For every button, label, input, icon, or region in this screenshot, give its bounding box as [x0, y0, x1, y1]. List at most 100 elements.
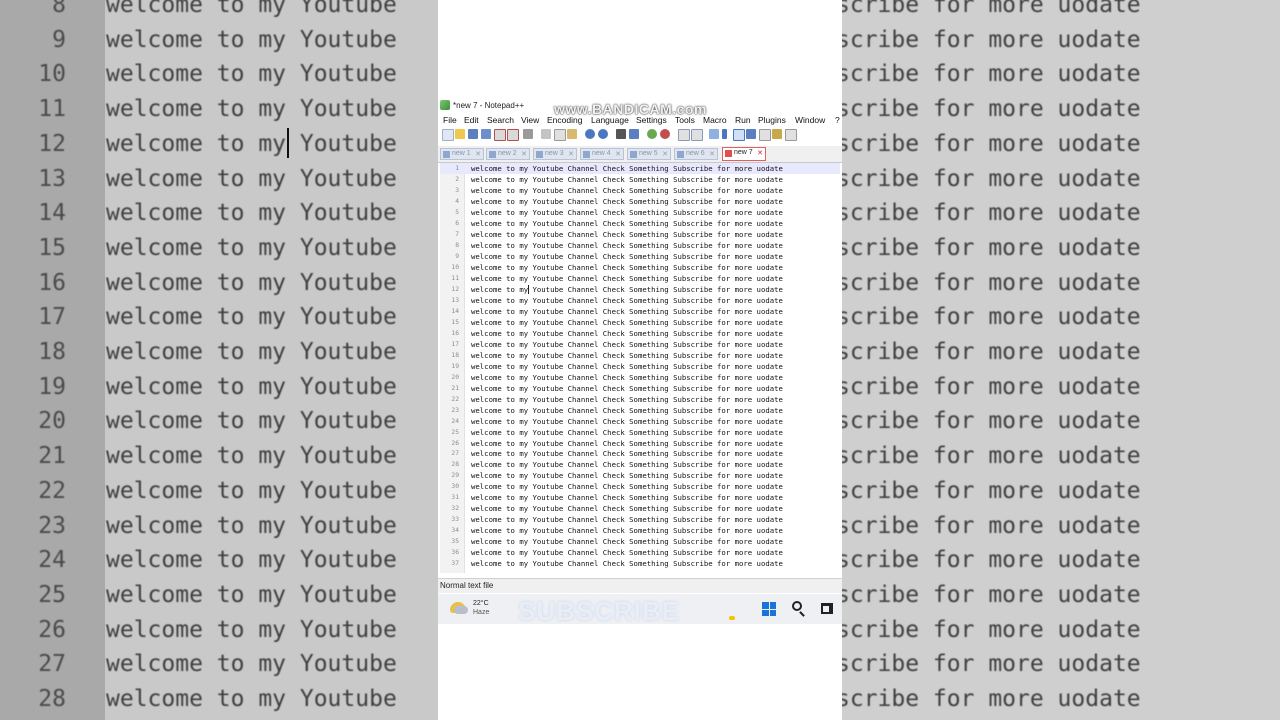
editor-line[interactable]: 13 welcome to my Youtube Channel Check So… — [440, 295, 840, 306]
tab-new-2[interactable]: new 2 ✕ — [486, 148, 530, 160]
editor-line[interactable]: 14 welcome to my Youtube Channel Check So… — [440, 306, 840, 317]
editor-line[interactable]: 8 welcome to my Youtube Channel Check Som… — [440, 240, 840, 251]
show-all-characters-icon[interactable] — [722, 129, 727, 139]
cut-icon[interactable] — [541, 129, 551, 139]
folder-workspace-icon[interactable] — [772, 129, 782, 139]
sync-horizontal-icon[interactable] — [691, 129, 703, 141]
tab-new-4[interactable]: new 4 ✕ — [580, 148, 624, 160]
tab-close-icon[interactable]: ✕ — [709, 150, 715, 158]
editor-line[interactable]: 25 welcome to my Youtube Channel Check So… — [440, 427, 840, 438]
tab-close-icon[interactable]: ✕ — [615, 150, 621, 158]
editor-line[interactable]: 18 welcome to my Youtube Channel Check So… — [440, 350, 840, 361]
tab-close-icon[interactable]: ✕ — [521, 150, 527, 158]
editor-line[interactable]: 4 welcome to my Youtube Channel Check Som… — [440, 196, 840, 207]
replace-icon[interactable] — [629, 129, 639, 139]
copy-icon[interactable] — [554, 129, 566, 141]
background-line: 18 welcome to my Youtube — [0, 339, 438, 373]
editor-line[interactable]: 36 welcome to my Youtube Channel Check So… — [440, 547, 840, 558]
editor-line[interactable]: 17 welcome to my Youtube Channel Check So… — [440, 339, 840, 350]
editor-line[interactable]: 11 welcome to my Youtube Channel Check So… — [440, 273, 840, 284]
zoom-in-icon[interactable] — [647, 129, 657, 139]
editor-line[interactable]: 1 welcome to my Youtube Channel Check Som… — [440, 163, 840, 174]
menu-tools[interactable]: Tools — [675, 115, 695, 125]
menu-macro[interactable]: Macro — [703, 115, 727, 125]
editor-line[interactable]: 28 welcome to my Youtube Channel Check So… — [440, 459, 840, 470]
menu-file[interactable]: File — [443, 115, 457, 125]
menu-search[interactable]: Search — [487, 115, 514, 125]
document-map-icon[interactable] — [759, 129, 771, 141]
new-file-icon[interactable] — [442, 129, 454, 141]
tab-new-5[interactable]: new 5 ✕ — [627, 148, 671, 160]
editor-line[interactable]: 12 welcome to my Youtube Channel Check So… — [440, 284, 840, 295]
paste-icon[interactable] — [567, 129, 577, 139]
save-all-icon[interactable] — [481, 129, 491, 139]
weather-cloud-icon — [454, 606, 468, 614]
editor-line[interactable]: 6 welcome to my Youtube Channel Check Som… — [440, 218, 840, 229]
tab-close-icon[interactable]: ✕ — [757, 149, 763, 157]
editor-line[interactable]: 33 welcome to my Youtube Channel Check So… — [440, 514, 840, 525]
menu-settings[interactable]: Settings — [636, 115, 667, 125]
windows-start-icon[interactable] — [762, 602, 776, 616]
menu-encoding[interactable]: Encoding — [547, 115, 582, 125]
undo-icon[interactable] — [585, 129, 595, 139]
menu-view[interactable]: View — [521, 115, 539, 125]
weather-temperature[interactable]: 22°C — [473, 600, 489, 607]
tab-new-1[interactable]: new 1 ✕ — [440, 148, 484, 160]
menu-language[interactable]: Language — [591, 115, 629, 125]
redo-icon[interactable] — [598, 129, 608, 139]
word-wrap-icon[interactable] — [709, 129, 719, 139]
editor-line[interactable]: 9 welcome to my Youtube Channel Check Som… — [440, 251, 840, 262]
tab-close-icon[interactable]: ✕ — [662, 150, 668, 158]
editor-line[interactable]: 30 welcome to my Youtube Channel Check So… — [440, 481, 840, 492]
editor-line[interactable]: 32 welcome to my Youtube Channel Check So… — [440, 503, 840, 514]
tab-new-7[interactable]: new 7 ✕ — [722, 147, 766, 161]
close-all-icon[interactable] — [507, 129, 519, 141]
editor-line[interactable]: 16 welcome to my Youtube Channel Check So… — [440, 328, 840, 339]
editor-line[interactable]: 37 welcome to my Youtube Channel Check So… — [440, 558, 840, 569]
print-icon[interactable] — [523, 129, 533, 139]
save-icon[interactable] — [468, 129, 478, 139]
tab-close-icon[interactable]: ✕ — [475, 150, 481, 158]
background-line: 27 welcome to my Youtube — [0, 651, 438, 685]
editor-line[interactable]: 2 welcome to my Youtube Channel Check Som… — [440, 174, 840, 185]
sync-vertical-icon[interactable] — [678, 129, 690, 141]
editor-line[interactable]: 29 welcome to my Youtube Channel Check So… — [440, 470, 840, 481]
indent-guide-icon[interactable] — [733, 129, 745, 141]
editor-line[interactable]: 19 welcome to my Youtube Channel Check So… — [440, 361, 840, 372]
menu-plugins[interactable]: Plugins — [758, 115, 786, 125]
editor-line[interactable]: 15 welcome to my Youtube Channel Check So… — [440, 317, 840, 328]
editor-line[interactable]: 23 welcome to my Youtube Channel Check So… — [440, 405, 840, 416]
menu-window[interactable]: Window — [795, 115, 825, 125]
editor-line[interactable]: 5 welcome to my Youtube Channel Check Som… — [440, 207, 840, 218]
monitoring-icon[interactable] — [785, 129, 797, 141]
editor-line[interactable]: 34 welcome to my Youtube Channel Check So… — [440, 525, 840, 536]
menu-run[interactable]: Run — [735, 115, 751, 125]
line-number: 30 — [451, 483, 459, 491]
find-icon[interactable] — [616, 129, 626, 139]
tab-new-6[interactable]: new 6 ✕ — [674, 148, 718, 160]
menu-edit[interactable]: Edit — [464, 115, 479, 125]
zoom-out-icon[interactable] — [660, 129, 670, 139]
background-line: 13 welcome to my Youtube — [0, 166, 438, 200]
open-file-icon[interactable] — [455, 129, 465, 139]
editor-line[interactable]: 7 welcome to my Youtube Channel Check Som… — [440, 229, 840, 240]
editor-line[interactable]: 31 welcome to my Youtube Channel Check So… — [440, 492, 840, 503]
menu-help[interactable]: ? — [835, 115, 840, 125]
close-file-icon[interactable] — [494, 129, 506, 141]
editor-line[interactable]: 22 welcome to my Youtube Channel Check So… — [440, 394, 840, 405]
line-text: welcome to my Youtube Channel Check Some… — [471, 482, 783, 492]
editor-line[interactable]: 26 welcome to my Youtube Channel Check So… — [440, 438, 840, 449]
language-doc-icon[interactable] — [746, 129, 756, 139]
editor-line[interactable]: 27 welcome to my Youtube Channel Check So… — [440, 448, 840, 459]
editor-area[interactable]: 1 welcome to my Youtube Channel Check Som… — [440, 163, 840, 573]
tab-new-3[interactable]: new 3 ✕ — [533, 148, 577, 160]
editor-line[interactable]: 21 welcome to my Youtube Channel Check So… — [440, 383, 840, 394]
editor-line[interactable]: 10 welcome to my Youtube Channel Check So… — [440, 262, 840, 273]
editor-line[interactable]: 20 welcome to my Youtube Channel Check So… — [440, 372, 840, 383]
editor-line[interactable]: 3 welcome to my Youtube Channel Check Som… — [440, 185, 840, 196]
editor-line[interactable]: 24 welcome to my Youtube Channel Check So… — [440, 416, 840, 427]
editor-line[interactable]: 35 welcome to my Youtube Channel Check So… — [440, 536, 840, 547]
tab-close-icon[interactable]: ✕ — [568, 150, 574, 158]
task-view-icon[interactable] — [821, 603, 833, 614]
search-icon[interactable] — [792, 601, 802, 611]
